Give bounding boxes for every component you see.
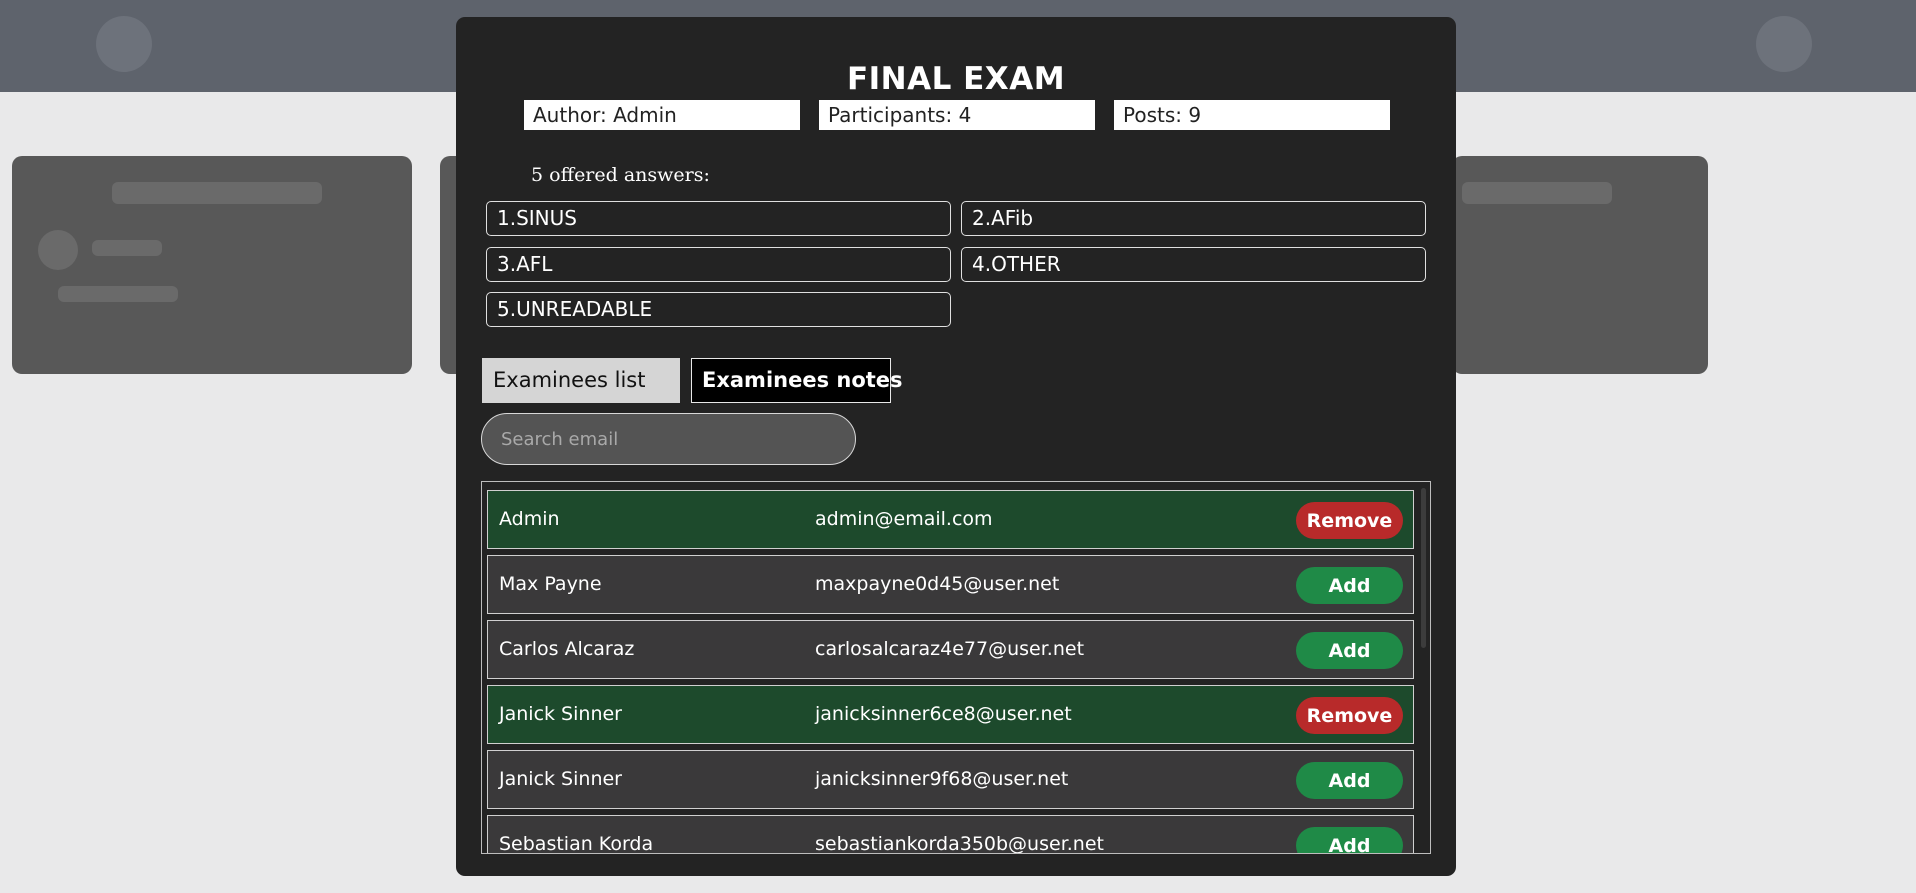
add-examinee-button[interactable]: Add [1296,827,1403,853]
answer-option: 2.AFib [961,201,1426,236]
examinee-row: Janick Sinner janicksinner6ce8@user.net … [487,685,1414,744]
search-email-input[interactable] [481,413,856,465]
offered-answers-label: 5 offered answers: [531,164,710,186]
scrollbar-thumb[interactable] [1421,488,1426,648]
remove-examinee-button[interactable]: Remove [1296,502,1403,539]
posts-stat: Posts: 9 [1114,100,1390,130]
answer-option: 5.UNREADABLE [486,292,951,327]
examinee-row: Max Payne maxpayne0d45@user.net Add [487,555,1414,614]
exam-details-modal: FINAL EXAM Author: Admin Participants: 4… [456,17,1456,876]
examinee-row: Janick Sinner janicksinner9f68@user.net … [487,750,1414,809]
author-stat: Author: Admin [524,100,800,130]
background-card-line [92,240,162,256]
examinee-email: janicksinner9f68@user.net [815,768,1069,790]
list-scrollbar[interactable] [1419,486,1428,852]
examinee-email: maxpayne0d45@user.net [815,573,1060,595]
examinees-list[interactable]: Admin admin@email.com Remove Max Payne m… [481,481,1431,854]
background-menu-icon [1756,16,1812,72]
tab-examinees-list[interactable]: Examinees list [482,358,680,403]
examinee-email: janicksinner6ce8@user.net [815,703,1072,725]
examinee-name: Admin [499,508,560,530]
exam-title: FINAL EXAM [846,61,1066,97]
examinee-email: admin@email.com [815,508,993,530]
examinee-name: Janick Sinner [499,703,622,725]
examinee-row: Sebastian Korda sebastiankorda350b@user.… [487,815,1414,854]
answer-option: 1.SINUS [486,201,951,236]
examinee-name: Max Payne [499,573,602,595]
examinee-name: Sebastian Korda [499,833,654,854]
examinee-row: Carlos Alcaraz carlosalcaraz4e77@user.ne… [487,620,1414,679]
background-card [1452,156,1708,374]
answer-option: 3.AFL [486,247,951,282]
participants-stat: Participants: 4 [819,100,1095,130]
examinee-row: Admin admin@email.com Remove [487,490,1414,549]
answer-option: 4.OTHER [961,247,1426,282]
add-examinee-button[interactable]: Add [1296,567,1403,604]
background-card-icon [38,230,78,270]
background-card-title [112,182,322,204]
remove-examinee-button[interactable]: Remove [1296,697,1403,734]
add-examinee-button[interactable]: Add [1296,632,1403,669]
examinee-email: sebastiankorda350b@user.net [815,833,1104,854]
background-card-line [58,286,178,302]
background-card [12,156,412,374]
examinee-email: carlosalcaraz4e77@user.net [815,638,1085,660]
background-avatar-icon [96,16,152,72]
examinee-name: Janick Sinner [499,768,622,790]
examinee-name: Carlos Alcaraz [499,638,635,660]
add-examinee-button[interactable]: Add [1296,762,1403,799]
background-card-title [1462,182,1612,204]
tab-examinees-notes[interactable]: Examinees notes [691,358,903,403]
